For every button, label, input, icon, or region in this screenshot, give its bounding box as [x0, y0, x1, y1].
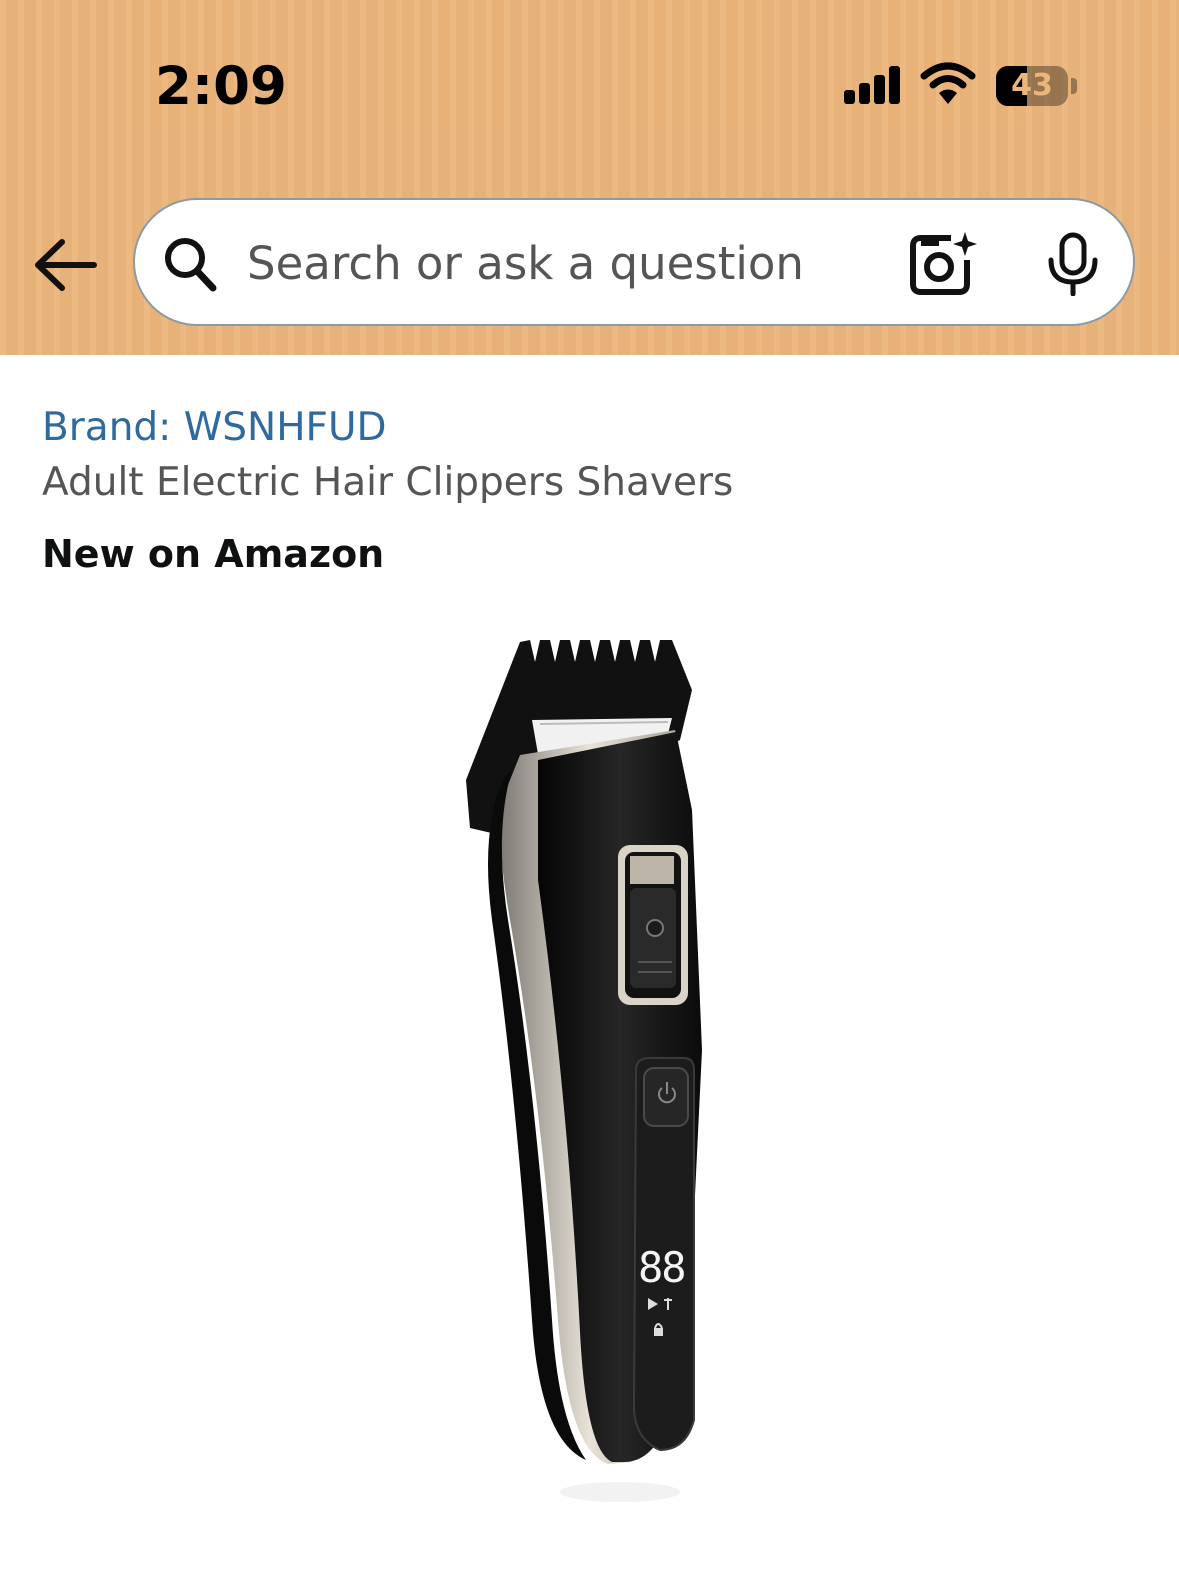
back-arrow-icon[interactable]: [30, 232, 100, 298]
search-input[interactable]: [247, 226, 887, 300]
camera-icon[interactable]: [907, 230, 977, 296]
battery-icon: 43: [996, 66, 1068, 106]
product-title: Adult Electric Hair Clippers Shavers: [42, 460, 734, 505]
led-display-digits: 88: [638, 1243, 685, 1292]
search-bar[interactable]: [133, 198, 1135, 326]
status-time: 2:09: [155, 56, 287, 117]
battery-percent: 43: [1011, 68, 1053, 103]
wifi-icon: [920, 62, 976, 104]
product-image[interactable]: 88: [440, 620, 740, 1520]
cellular-signal-icon: [844, 66, 902, 104]
microphone-icon[interactable]: [1045, 232, 1101, 296]
brand-link[interactable]: Brand: WSNHFUD: [42, 405, 387, 450]
app-header: 2:09 43: [0, 0, 1179, 355]
new-on-amazon-badge: New on Amazon: [42, 532, 385, 576]
search-icon: [165, 238, 217, 292]
battery-nub: [1071, 78, 1077, 94]
